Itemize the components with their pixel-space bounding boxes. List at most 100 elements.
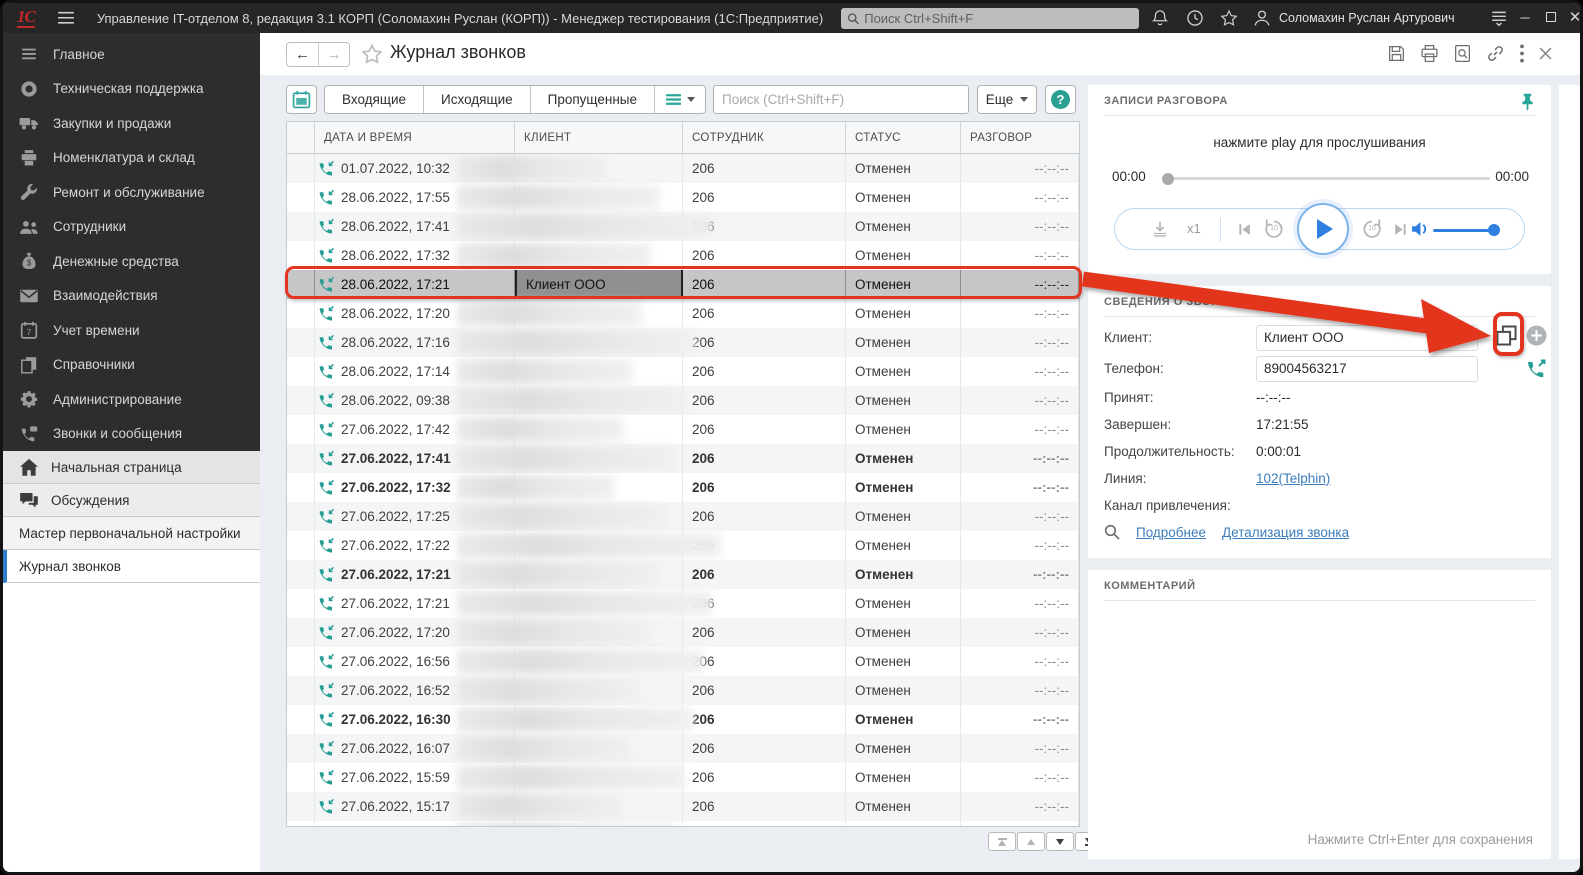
back-button[interactable]: ← (287, 43, 318, 66)
close-window-button[interactable]: ✕ (1565, 7, 1580, 27)
table-row[interactable]: 27.06.2022, 16:07 206 Отменен --:--:-- (287, 734, 1079, 763)
table-row[interactable]: 28.06.2022, 17:21 Клиент ООО 206 Отменен --:… (287, 270, 1079, 299)
global-search[interactable] (841, 8, 1139, 29)
user-icon[interactable] (1253, 9, 1271, 27)
sidebar-item-printer[interactable]: Номенклатура и склад (3, 141, 260, 176)
column-header-3[interactable]: СТАТУС (846, 122, 961, 153)
play-button[interactable] (1297, 203, 1349, 255)
forward-button[interactable]: → (317, 43, 349, 66)
column-header-2[interactable]: СОТРУДНИК (683, 122, 846, 153)
skip-start-icon[interactable] (1237, 222, 1252, 237)
bell-icon[interactable] (1151, 9, 1169, 27)
column-header-1[interactable]: КЛИЕНТ (515, 122, 683, 153)
table-row[interactable]: 28.06.2022, 09:38 206 Отменен --:--:-- (287, 386, 1079, 415)
sidebar-item-phone-message[interactable]: Звонки и сообщения (3, 417, 260, 452)
table-row[interactable]: 28.06.2022, 17:14 206 Отменен --:--:-- (287, 357, 1079, 386)
speed-button[interactable]: x1 (1187, 221, 1201, 236)
table-row[interactable]: 28.06.2022, 17:41 206 Отменен --:--:-- (287, 212, 1079, 241)
table-row[interactable]: 27.06.2022, 17:21 206 Отменен --:--:-- (287, 589, 1079, 618)
dial-phone-icon[interactable] (1526, 358, 1547, 379)
sidebar-window-item-3[interactable]: Журнал звонков (3, 550, 260, 583)
preview-icon[interactable] (1453, 44, 1472, 63)
more-button[interactable]: Еще (977, 85, 1037, 114)
sidebar-window-item-1[interactable]: Обсуждения (3, 484, 260, 517)
save-icon[interactable] (1387, 44, 1406, 63)
print-icon[interactable] (1420, 44, 1439, 63)
seek-slider[interactable] (1162, 172, 1490, 185)
filter-button-0[interactable]: Входящие (325, 86, 425, 113)
filter-menu-button[interactable] (655, 86, 705, 113)
sidebar-item-mail[interactable]: Взаимодействия (3, 279, 260, 314)
sidebar-item-support[interactable]: Техническая поддержка (3, 72, 260, 107)
panel-scrollbar[interactable] (1559, 85, 1580, 859)
service-menu-icon[interactable] (1490, 9, 1508, 27)
table-row[interactable]: 27.06.2022, 16:30 206 Отменен --:--:-- (287, 705, 1079, 734)
download-icon[interactable] (1151, 220, 1169, 238)
history-icon[interactable] (1186, 9, 1204, 27)
link-icon[interactable] (1486, 44, 1505, 63)
minimize-button[interactable]: ─ (1515, 7, 1535, 27)
sidebar-item-truck[interactable]: Закупки и продажи (3, 106, 260, 141)
sidebar-item-tools[interactable]: Ремонт и обслуживание (3, 175, 260, 210)
sidebar-item-money[interactable]: $ Денежные средства (3, 244, 260, 279)
skip-end-icon[interactable] (1393, 222, 1408, 237)
scroll-up-button[interactable] (1017, 832, 1045, 851)
replay-10-icon[interactable]: 10 (1263, 218, 1285, 240)
add-client-icon[interactable] (1526, 325, 1547, 346)
volume-knob[interactable] (1488, 224, 1500, 236)
table-row[interactable]: 28.06.2022, 17:20 206 Отменен --:--:-- (287, 299, 1079, 328)
table-row[interactable]: 27.06.2022, 17:42 206 Отменен --:--:-- (287, 415, 1079, 444)
open-client-icon[interactable] (1495, 324, 1518, 347)
sidebar-window-item-0[interactable]: Начальная страница (3, 451, 260, 484)
volume-slider[interactable] (1433, 224, 1500, 236)
table-search[interactable] (713, 85, 969, 114)
details-link[interactable]: Подробнее (1136, 525, 1206, 540)
column-header-icon[interactable] (287, 122, 315, 153)
table-row[interactable]: 27.06.2022, 15:17 206 Отменен --:--:-- (287, 792, 1079, 821)
table-row[interactable]: 27.06.2022, 16:52 206 Отменен --:--:-- (287, 676, 1079, 705)
filter-button-2[interactable]: Пропущенные (531, 86, 655, 113)
sidebar-item-gear[interactable]: Администрирование (3, 382, 260, 417)
table-search-input[interactable] (722, 92, 960, 107)
help-button[interactable]: ? (1045, 85, 1076, 114)
call-detalization-link[interactable]: Детализация звонка (1222, 525, 1349, 540)
line-link[interactable]: 102(Telphin) (1256, 471, 1330, 486)
close-page-icon[interactable] (1539, 47, 1552, 60)
column-header-4[interactable]: РАЗГОВОР (961, 122, 1079, 153)
pushpin-icon[interactable] (1520, 93, 1535, 111)
scroll-top-button[interactable] (988, 832, 1016, 851)
favorites-star-icon[interactable] (1220, 9, 1238, 27)
table-row[interactable]: 27.06.2022, 16:56 206 Отменен --:--:-- (287, 647, 1079, 676)
favorite-star-icon[interactable] (361, 43, 383, 65)
sidebar-item-menu[interactable]: Главное (3, 37, 260, 72)
sidebar-window-item-2[interactable]: Мастер первоначальной настройки (3, 517, 260, 550)
comment-panel[interactable]: КОММЕНТАРИЙ Нажмите Ctrl+Enter для сохра… (1088, 570, 1551, 859)
seek-knob[interactable] (1162, 172, 1174, 185)
sidebar-item-people[interactable]: Сотрудники (3, 210, 260, 245)
phone-input[interactable]: 89004563217 (1256, 355, 1478, 382)
table-row[interactable]: 01.07.2022, 10:32 206 Отменен --:--:-- (287, 154, 1079, 183)
table-row[interactable]: 28.06.2022, 17:32 206 Отменен --:--:-- (287, 241, 1079, 270)
table-row[interactable]: 27.06.2022, 17:20 206 Отменен --:--:-- (287, 618, 1079, 647)
table-row[interactable]: 27.06.2022, 17:32 206 Отменен --:--:-- (287, 473, 1079, 502)
table-row[interactable]: 27.06.2022, 17:22 206 Отменен --:--:-- (287, 531, 1079, 560)
main-menu-icon[interactable] (57, 11, 75, 25)
forward-10-icon[interactable]: 10 (1361, 218, 1383, 240)
table-row[interactable]: 28.06.2022, 17:55 206 Отменен --:--:-- (287, 183, 1079, 212)
table-row[interactable]: 27.06.2022, 17:25 206 Отменен --:--:-- (287, 502, 1079, 531)
sidebar-item-calendar[interactable]: 7 Учет времени (3, 313, 260, 348)
filter-button-1[interactable]: Исходящие (424, 86, 531, 113)
sidebar-item-books[interactable]: Справочники (3, 348, 260, 383)
calendar-picker-button[interactable] (286, 85, 317, 114)
maximize-button[interactable] (1541, 7, 1561, 27)
client-input[interactable]: Клиент ООО… (1256, 324, 1478, 351)
table-row[interactable]: 27.06.2022, 13:43 206Отменен--:--:-- (287, 821, 1079, 826)
global-search-input[interactable] (864, 11, 1133, 26)
column-header-0[interactable]: ДАТА И ВРЕМЯ (315, 122, 515, 153)
table-row[interactable]: 28.06.2022, 17:16 206 Отменен --:--:-- (287, 328, 1079, 357)
volume-icon[interactable] (1411, 221, 1431, 237)
more-vertical-icon[interactable] (1519, 44, 1525, 63)
table-row[interactable]: 27.06.2022, 17:41 206 Отменен --:--:-- (287, 444, 1079, 473)
scroll-down-button[interactable] (1046, 832, 1074, 851)
table-row[interactable]: 27.06.2022, 17:21 206 Отменен --:--:-- (287, 560, 1079, 589)
